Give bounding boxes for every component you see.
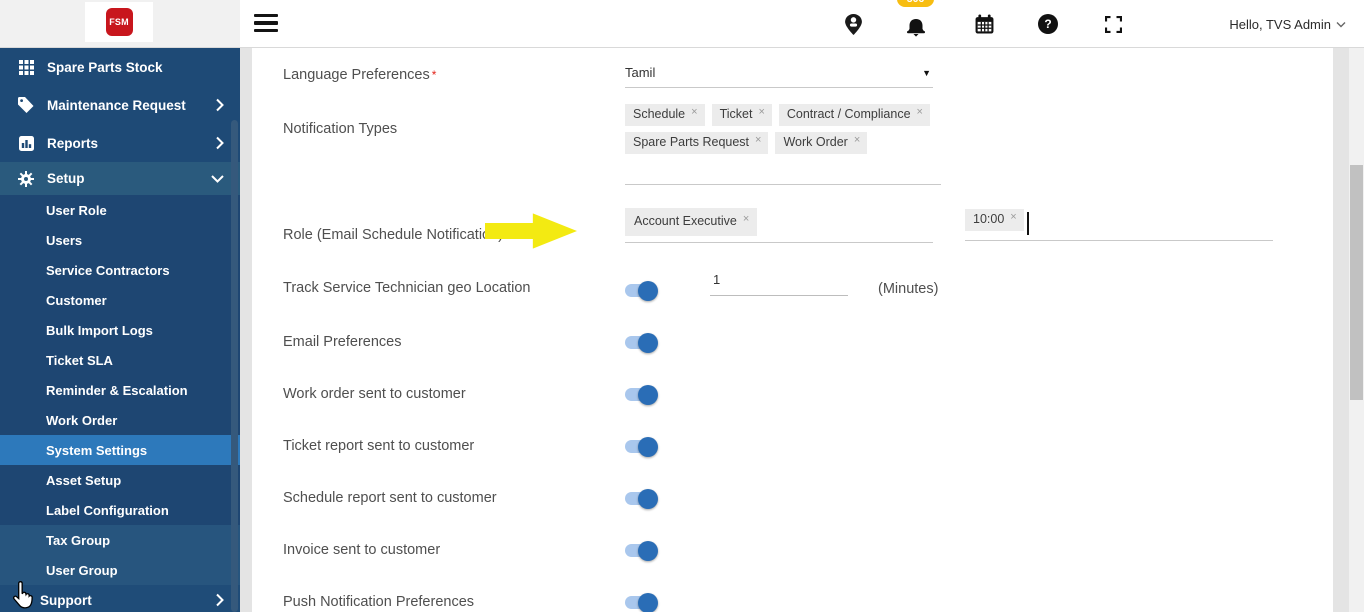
- geo-location-toggle[interactable]: [625, 280, 658, 301]
- menu-toggle-icon[interactable]: [254, 14, 278, 34]
- chevron-right-icon: [216, 593, 224, 607]
- location-icon[interactable]: [842, 0, 864, 48]
- grid-icon: [14, 59, 38, 75]
- notification-types-label: Notification Types: [283, 121, 398, 137]
- notifications-bell-icon[interactable]: 506: [897, 0, 934, 48]
- chevron-right-icon: [216, 136, 224, 150]
- remove-chip-icon[interactable]: ×: [743, 214, 749, 225]
- chevron-down-icon: [211, 174, 224, 183]
- chevron-down-icon: [1336, 21, 1346, 27]
- language-preferences-label: Language Preferences *: [283, 67, 437, 83]
- email-preferences-label: Email Preferences: [283, 334, 402, 350]
- remove-chip-icon[interactable]: ×: [691, 107, 697, 118]
- user-greeting: Hello, TVS Admin: [1229, 16, 1331, 32]
- geo-interval-input[interactable]: 1: [710, 272, 848, 296]
- left-gutter: [240, 48, 252, 612]
- sidebar-item-reports[interactable]: Reports: [0, 124, 240, 162]
- chip-account-executive[interactable]: Account Executive ×: [625, 208, 758, 236]
- required-asterisk: *: [431, 68, 437, 82]
- calendar-icon[interactable]: [973, 0, 995, 48]
- sidebar-item-asset-setup[interactable]: Asset Setup: [0, 465, 240, 495]
- chip-ticket[interactable]: Ticket ×: [711, 104, 772, 126]
- sidebar-item-label: Setup: [47, 171, 85, 186]
- chip-work-order[interactable]: Work Order ×: [775, 132, 868, 154]
- logo-patch: FSM: [85, 2, 153, 42]
- push-notification-label: Push Notification Preferences: [283, 594, 475, 610]
- work-order-sent-label: Work order sent to customer: [283, 386, 466, 402]
- notification-count-badge[interactable]: 506: [897, 0, 934, 7]
- right-gutter: [1333, 48, 1349, 612]
- sidebar-item-users[interactable]: Users: [0, 225, 240, 255]
- sidebar-item-reminder-escalation[interactable]: Reminder & Escalation: [0, 375, 240, 405]
- chevron-right-icon: [216, 98, 224, 112]
- chip-spare-parts-request[interactable]: Spare Parts Request ×: [625, 132, 769, 154]
- work-order-sent-toggle[interactable]: [625, 384, 658, 405]
- sidebar-item-maintenance-request[interactable]: Maintenance Request: [0, 86, 240, 124]
- chip-time[interactable]: 10:00 ×: [965, 209, 1024, 231]
- app-window: FSM 506: [0, 0, 1364, 612]
- logo-zone: FSM: [0, 0, 240, 47]
- sidebar-item-support[interactable]: Support: [0, 585, 240, 612]
- sidebar-item-bulk-import-logs[interactable]: Bulk Import Logs: [0, 315, 240, 345]
- fullscreen-icon[interactable]: [1103, 0, 1123, 48]
- schedule-report-sent-toggle[interactable]: [625, 488, 658, 509]
- chip-contract-compliance[interactable]: Contract / Compliance ×: [778, 104, 930, 126]
- schedule-report-sent-label: Schedule report sent to customer: [283, 490, 497, 506]
- remove-chip-icon[interactable]: ×: [1010, 212, 1016, 223]
- sidebar-item-label: Spare Parts Stock: [47, 59, 163, 75]
- sidebar-item-system-settings[interactable]: System Settings: [0, 435, 240, 465]
- remove-chip-icon[interactable]: ×: [758, 107, 764, 118]
- page-scrollbar[interactable]: [1349, 48, 1364, 612]
- annotation-arrow: [485, 213, 577, 249]
- sidebar-item-label-configuration[interactable]: Label Configuration: [0, 495, 240, 525]
- sidebar-item-label: Maintenance Request: [47, 97, 186, 113]
- role-input[interactable]: Account Executive ×: [625, 208, 933, 243]
- dropdown-arrow-icon: ▼: [922, 67, 931, 78]
- help-glyph: ?: [1044, 17, 1052, 31]
- sidebar-item-setup[interactable]: Setup: [0, 162, 240, 195]
- top-header: FSM 506: [0, 0, 1364, 48]
- sidebar-nav: Spare Parts Stock Maintenance Request Re…: [0, 48, 240, 612]
- page-scrollbar-thumb[interactable]: [1350, 165, 1363, 400]
- ticket-report-sent-toggle[interactable]: [625, 436, 658, 457]
- sidebar-item-work-order[interactable]: Work Order: [0, 405, 240, 435]
- sidebar-item-user-group[interactable]: User Group: [0, 555, 240, 585]
- fsm-logo[interactable]: FSM: [105, 8, 133, 36]
- schedule-time-input[interactable]: 10:00 ×: [965, 209, 1273, 241]
- text-cursor: [1027, 212, 1029, 235]
- sidebar-scrollbar-thumb[interactable]: [231, 120, 238, 612]
- email-preferences-toggle[interactable]: [625, 332, 658, 353]
- help-icon[interactable]: ?: [1037, 0, 1059, 48]
- sidebar-item-customer[interactable]: Customer: [0, 285, 240, 315]
- language-select[interactable]: Tamil ▼: [625, 58, 933, 88]
- invoice-sent-label: Invoice sent to customer: [283, 542, 441, 558]
- remove-chip-icon[interactable]: ×: [854, 135, 860, 146]
- sidebar-item-label: Support: [40, 592, 92, 608]
- sidebar-item-label: Reports: [47, 135, 99, 151]
- notification-types-input[interactable]: Schedule × Ticket × Contract / Compliance ×…: [625, 104, 941, 185]
- geo-location-label: Track Service Technician geo Location: [283, 280, 531, 296]
- chip-schedule[interactable]: Schedule ×: [625, 104, 705, 126]
- role-email-schedule-label: Role (Email Schedule Notification): [283, 227, 504, 243]
- sidebar-item-tax-group[interactable]: Tax Group: [0, 525, 240, 555]
- invoice-sent-toggle[interactable]: [625, 540, 658, 561]
- minutes-unit-label: (Minutes): [878, 281, 939, 297]
- chart-icon: [14, 135, 38, 151]
- tag-icon: [14, 97, 38, 113]
- ticket-report-sent-label: Ticket report sent to customer: [283, 438, 475, 454]
- gear-icon: [14, 170, 38, 187]
- sidebar-item-user-role[interactable]: User Role: [0, 195, 240, 225]
- language-select-value: Tamil: [625, 65, 656, 80]
- push-notification-toggle[interactable]: [625, 592, 658, 612]
- sidebar-item-spare-parts-stock[interactable]: Spare Parts Stock: [0, 48, 240, 86]
- user-menu[interactable]: Hello, TVS Admin: [1229, 0, 1346, 48]
- remove-chip-icon[interactable]: ×: [755, 135, 761, 146]
- system-settings-form: Language Preferences * Tamil ▼ Notificati…: [252, 48, 1333, 612]
- remove-chip-icon[interactable]: ×: [917, 107, 923, 118]
- mouse-cursor: [13, 581, 33, 609]
- sidebar-item-ticket-sla[interactable]: Ticket SLA: [0, 345, 240, 375]
- sidebar-item-service-contractors[interactable]: Service Contractors: [0, 255, 240, 285]
